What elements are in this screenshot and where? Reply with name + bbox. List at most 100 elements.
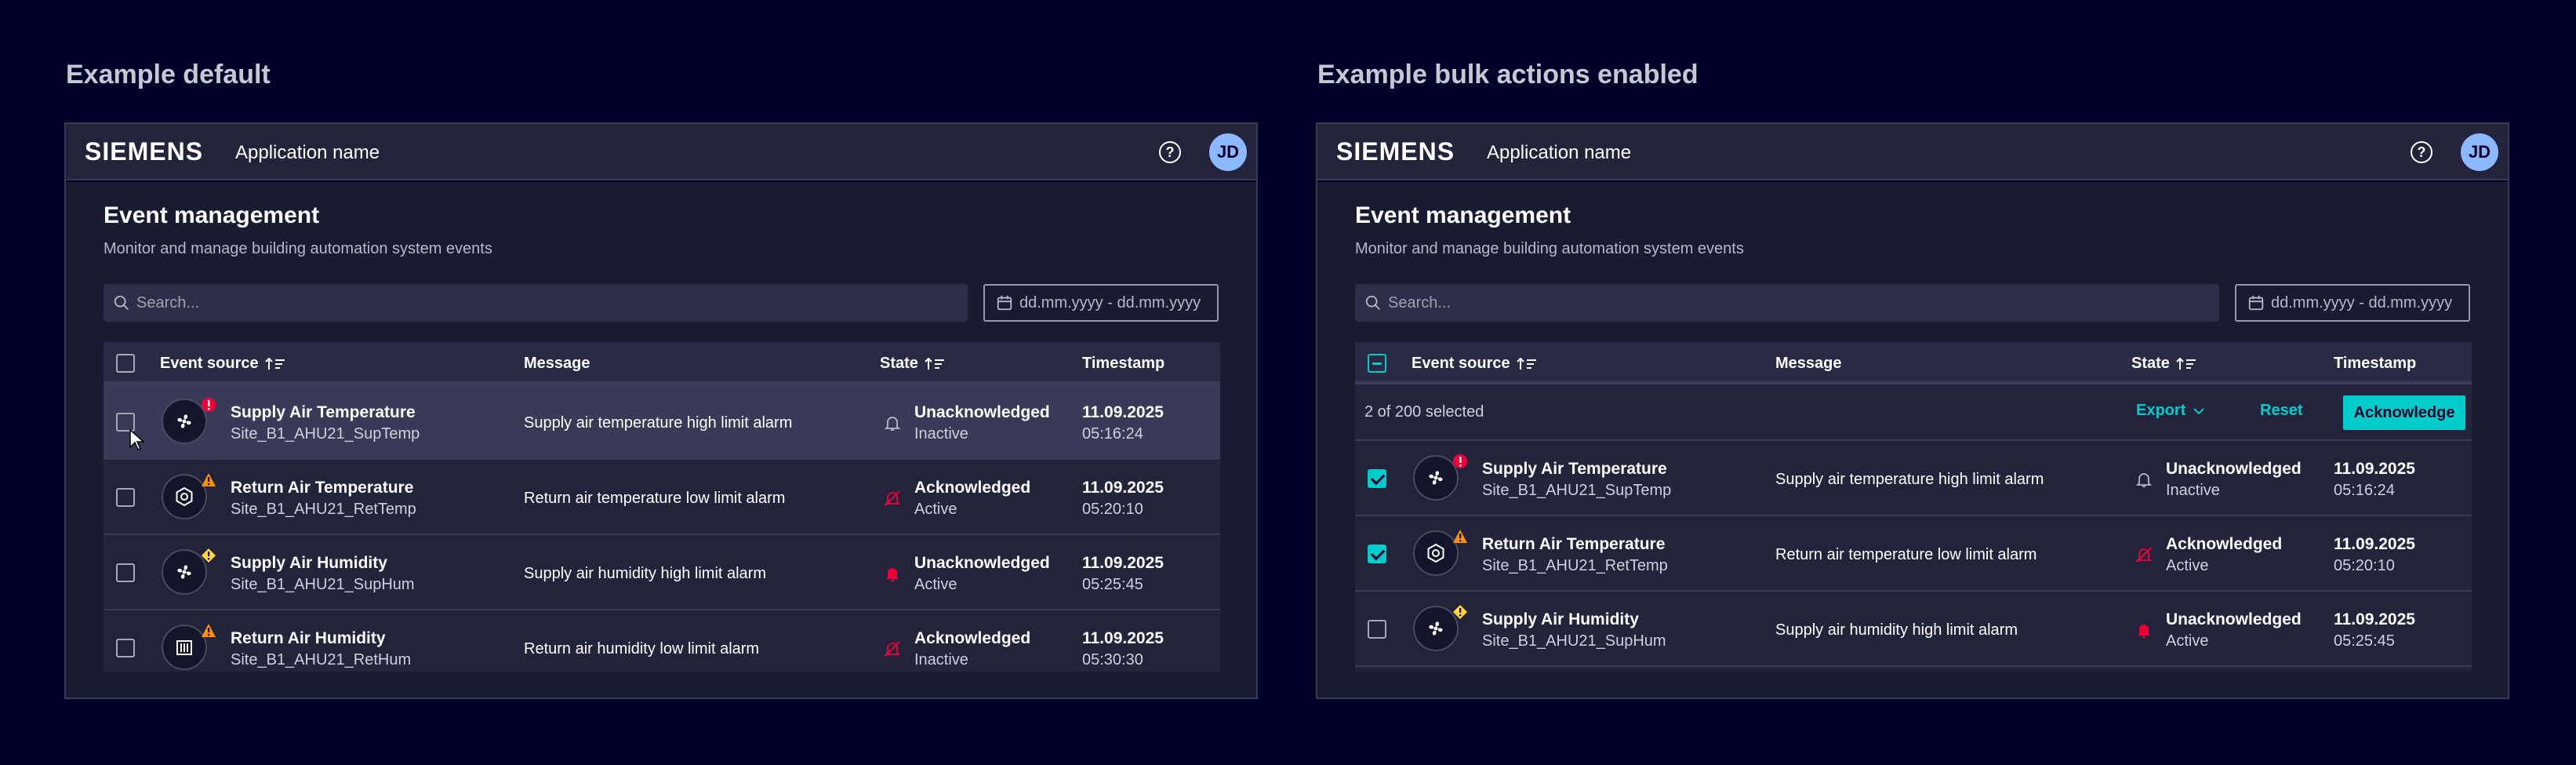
page-title: Event management (1355, 202, 1571, 228)
table-row[interactable]: Supply Air Humidity Site_B1_AHU21_SupHum… (1355, 592, 2472, 667)
page-title: Event management (104, 202, 320, 228)
search-field[interactable] (1355, 284, 2219, 322)
event-state: Acknowledged (2166, 535, 2283, 553)
event-substate: Active (914, 576, 957, 593)
event-state: Acknowledged (914, 479, 1031, 497)
bulk-action-bar: 2 of 200 selected Export Reset Acknowled… (1355, 384, 2472, 441)
avatar[interactable]: JD (2461, 133, 2498, 171)
event-date: 11.09.2025 (1082, 479, 1164, 497)
event-substate: Active (2166, 557, 2209, 574)
example-bulk-panel: SIEMENS Application name ? JD Event mana… (1316, 122, 2509, 699)
event-source-name: Supply Air Humidity (1482, 610, 1639, 628)
date-range-picker[interactable]: dd.mm.yyyy - dd.mm.yyyy (2235, 284, 2470, 322)
warning-triangle-icon (202, 624, 216, 637)
mouse-cursor-icon (129, 428, 144, 450)
table-row[interactable]: Supply Air Temperature Site_B1_AHU21_Sup… (1355, 441, 2472, 516)
date-range-picker[interactable]: dd.mm.yyyy - dd.mm.yyyy (983, 284, 1219, 322)
page-subtitle: Monitor and manage building automation s… (1355, 240, 1744, 257)
event-substate: Inactive (2166, 482, 2220, 499)
sort-icon (2176, 357, 2196, 370)
acknowledge-button[interactable]: Acknowledge (2343, 395, 2465, 430)
bell-muted-icon (884, 641, 901, 657)
severity-high-icon (1453, 454, 1467, 468)
event-date: 11.09.2025 (2334, 535, 2415, 553)
event-message: Return air temperature low limit alarm (524, 490, 786, 507)
caution-diamond-icon (202, 548, 216, 563)
bell-muted-icon (884, 490, 901, 506)
reset-button[interactable]: Reset (2260, 402, 2302, 420)
event-source-id: Site_B1_AHU21_SupHum (231, 576, 415, 593)
sort-icon (925, 357, 944, 370)
event-message: Return air humidity low limit alarm (524, 640, 760, 658)
event-message: Supply air temperature high limit alarm (524, 414, 793, 432)
event-source-id: Site_B1_AHU21_SupTemp (1482, 482, 1672, 499)
row-checkbox[interactable] (1368, 545, 1386, 563)
bell-filled-icon (2138, 625, 2150, 638)
event-source-name: Supply Air Humidity (231, 554, 387, 572)
search-icon (114, 295, 129, 310)
column-event-source[interactable]: Event source (1412, 355, 1537, 373)
column-event-source[interactable]: Event source (160, 355, 285, 373)
row-checkbox[interactable] (116, 639, 135, 658)
help-icon[interactable]: ? (1159, 141, 1181, 163)
event-date: 11.09.2025 (2334, 610, 2415, 628)
siemens-logo[interactable]: SIEMENS (85, 137, 203, 166)
page-subtitle: Monitor and manage building automation s… (104, 240, 492, 257)
avatar[interactable]: JD (1209, 133, 1247, 171)
selection-count: 2 of 200 selected (1364, 403, 1484, 421)
select-all-checkbox[interactable] (116, 354, 135, 373)
search-input[interactable] (1388, 284, 2204, 322)
calendar-icon (997, 295, 1012, 311)
sort-icon (1516, 357, 1536, 370)
event-date: 11.09.2025 (1082, 403, 1164, 421)
event-source-name: Return Air Temperature (1482, 535, 1666, 553)
event-message: Return air temperature low limit alarm (1775, 546, 2037, 563)
row-checkbox[interactable] (116, 488, 135, 507)
search-field[interactable] (104, 284, 968, 322)
app-name: Application name (1487, 142, 1632, 163)
search-input[interactable] (136, 284, 952, 322)
example-default-panel: SIEMENS Application name ? JD Event mana… (64, 122, 1258, 699)
column-state[interactable]: State (880, 355, 945, 373)
event-time: 05:25:45 (1082, 576, 1143, 593)
event-time: 05:30:30 (1082, 651, 1143, 668)
event-source-name: Return Air Humidity (231, 629, 386, 647)
event-source-id: Site_B1_AHU21_SupTemp (231, 425, 420, 443)
bell-outline-icon (2135, 473, 2153, 487)
event-source-name: Supply Air Temperature (231, 403, 416, 421)
warning-triangle-icon (202, 473, 216, 486)
export-button[interactable]: Export (2136, 402, 2205, 420)
warning-triangle-icon (1453, 530, 1467, 543)
event-source-id: Site_B1_AHU21_RetHum (231, 651, 412, 668)
table-row[interactable]: Return Air Humidity Site_B1_AHU21_RetHum… (104, 610, 1220, 672)
select-all-checkbox[interactable] (1368, 354, 1386, 373)
event-date: 11.09.2025 (2334, 460, 2415, 478)
table-row[interactable]: Return Air Temperature Site_B1_AHU21_Ret… (104, 460, 1220, 535)
event-time: 05:20:10 (2334, 557, 2395, 574)
row-checkbox[interactable] (1368, 469, 1386, 488)
search-icon (1365, 295, 1380, 310)
row-checkbox[interactable] (116, 563, 135, 582)
event-time: 05:20:10 (1082, 501, 1143, 518)
event-date: 11.09.2025 (1082, 554, 1164, 572)
table-row[interactable]: Supply Air Temperature Site_B1_AHU21_Sup… (104, 384, 1220, 460)
table-row[interactable]: Return Air Temperature Site_B1_AHU21_Ret… (1355, 516, 2472, 592)
severity-high-icon (202, 398, 216, 412)
event-source-id: Site_B1_AHU21_RetTemp (1482, 557, 1668, 574)
row-checkbox[interactable] (1368, 620, 1386, 639)
column-state[interactable]: State (2131, 355, 2196, 373)
bell-muted-icon (2135, 547, 2153, 563)
content-area: Event management Monitor and manage buil… (66, 182, 1256, 698)
siemens-logo[interactable]: SIEMENS (1336, 137, 1455, 166)
event-time: 05:16:24 (1082, 425, 1143, 443)
column-timestamp: Timestamp (1082, 355, 1165, 372)
bell-filled-icon (886, 568, 899, 581)
event-state: Acknowledged (914, 629, 1031, 647)
table-header: Event source Message State Timestamp (1355, 342, 2472, 384)
example-default-label: Example default (66, 60, 271, 89)
event-state: Unacknowledged (914, 403, 1050, 421)
help-icon[interactable]: ? (2411, 141, 2432, 163)
event-state: Unacknowledged (2166, 610, 2302, 628)
table-row[interactable]: Supply Air Humidity Site_B1_AHU21_SupHum… (104, 535, 1220, 610)
date-range-placeholder: dd.mm.yyyy - dd.mm.yyyy (1019, 293, 1201, 311)
